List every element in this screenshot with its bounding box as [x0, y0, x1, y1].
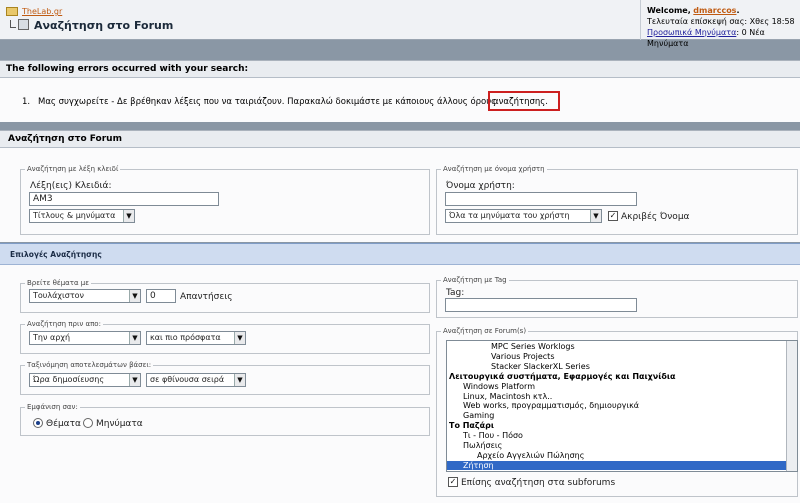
tag-input[interactable] [445, 298, 637, 312]
search-panel-title: Αναζήτηση στο Forum [0, 131, 800, 148]
chevron-down-icon: ▼ [234, 332, 245, 344]
exact-name-checkbox[interactable]: ✓ [608, 211, 618, 221]
forum-list-item[interactable]: Windows Platform [447, 382, 787, 391]
error-panel: The following errors occurred with your … [0, 60, 800, 122]
tag-label: Tag: [446, 288, 465, 298]
forums-legend: Αναζήτηση σε Forum(s) [443, 327, 527, 335]
user-scope-select[interactable]: Όλα τα μηνύματα του χρήστη ▼ [445, 209, 602, 223]
sort-order-select[interactable]: σε φθίνουσα σειρά ▼ [146, 373, 246, 387]
keyword-label: Λέξη(εις) Κλειδιά: [30, 181, 112, 191]
chevron-down-icon: ▼ [129, 290, 140, 302]
welcome-label: Welcome, [647, 6, 691, 15]
username-link[interactable]: dmarccos [693, 6, 736, 15]
error-highlight-text: αναζήτησης. [493, 97, 548, 107]
forum-list[interactable]: MPC Series Worklogs Various Projects Stack… [446, 340, 798, 472]
keyword-scope-value: Τίτλους & μηνύματα [33, 211, 116, 220]
threads-mode-select[interactable]: Τουλάχιστον ▼ [29, 289, 141, 303]
sort-legend: Ταξινόμηση αποτελεσμάτων βάσει: [27, 361, 152, 369]
user-scope-value: Όλα τα μηνύματα του χρήστη [449, 211, 570, 220]
chevron-down-icon: ▼ [590, 210, 601, 222]
forum-list-item[interactable]: Το Παζάρι [447, 421, 787, 430]
keyword-input[interactable]: AM3 [29, 192, 219, 206]
sort-field-value: Ώρα δημοσίευσης [33, 375, 105, 384]
replies-label: Απαντήσεις [180, 292, 233, 302]
display-posts-label: Μηνύματα [96, 419, 143, 429]
display-threads-label: Θέματα [46, 419, 81, 429]
tag-legend: Αναζήτηση με Tag [443, 276, 507, 284]
forum-list-item[interactable]: MPC Series Worklogs [447, 342, 787, 351]
user-box: Welcome, dmarccos. Τελευταία επίσκεψή σα… [640, 0, 800, 48]
date-legend: Αναζήτηση πριν απο: [27, 320, 101, 328]
forum-list-item[interactable]: Linux, Macintosh κτλ.. [447, 392, 787, 401]
chevron-down-icon: ▼ [129, 374, 140, 386]
date-from-value: Την αρχή [33, 333, 71, 342]
forum-list-item[interactable]: Various Projects [447, 352, 787, 361]
keyword-scope-select[interactable]: Τίτλους & μηνύματα ▼ [29, 209, 135, 223]
date-direction-value: και πιο πρόσφατα [150, 333, 221, 342]
forum-logo-icon [6, 7, 18, 16]
page-title: Αναζήτηση στο Forum [34, 19, 174, 32]
forum-list-item[interactable]: Αρχείο Αγγελιών Πώλησης [447, 451, 787, 460]
forum-list-item[interactable]: Τι - Που - Πόσο [447, 431, 787, 440]
date-from-select[interactable]: Την αρχή ▼ [29, 331, 141, 345]
threads-legend: Βρείτε θέματα με [27, 279, 90, 287]
error-header: The following errors occurred with your … [0, 61, 800, 78]
error-highlight: αναζήτησης. [488, 91, 560, 111]
forum-list-item[interactable]: Gaming [447, 411, 787, 420]
forum-list-item[interactable]: Πωλήσεις [447, 441, 787, 450]
chevron-down-icon: ▼ [129, 332, 140, 344]
site-link[interactable]: TheLab.gr [22, 7, 62, 16]
folder-icon [10, 20, 16, 28]
forum-list-item[interactable]: Ζήτηση [447, 460, 787, 470]
display-legend: Εμφάνιση σαν: [27, 403, 78, 411]
date-direction-select[interactable]: και πιο πρόσφατα ▼ [146, 331, 246, 345]
subforums-checkbox[interactable]: ✓ [448, 477, 458, 487]
navbar: TheLab.gr Αναζήτηση στο Forum Welcome, d… [0, 0, 800, 48]
exact-name-label: Ακριβές Όνομα [621, 212, 690, 222]
user-legend: Αναζήτηση με όνομα χρήστη [443, 165, 545, 173]
forum-list-item[interactable]: Λειτουργικά συστήματα, Εφαρμογές και Παι… [447, 372, 787, 381]
options-panel-title: Επιλογές Αναζήτησης [0, 243, 800, 265]
forum-list-scrollbar[interactable] [786, 341, 797, 471]
keyword-legend: Αναζήτηση με λέξη κλειδί [27, 165, 119, 173]
options-panel-title-text: Επιλογές Αναζήτησης [10, 250, 102, 259]
username-input[interactable] [445, 192, 637, 206]
forum-list-item[interactable]: Stacker SlackerXL Series [447, 362, 787, 371]
error-number: 1. [22, 97, 31, 107]
search-panel: Αναζήτηση στο Forum Αναζήτηση με λέξη κλ… [0, 130, 800, 242]
threads-mode-value: Τουλάχιστον [33, 291, 84, 300]
display-posts-radio[interactable] [83, 418, 93, 428]
sort-field-select[interactable]: Ώρα δημοσίευσης ▼ [29, 373, 141, 387]
replies-count-input[interactable]: 0 [146, 289, 176, 303]
display-fieldset: Εμφάνιση σαν: [20, 403, 430, 436]
breadcrumb: TheLab.gr Αναζήτηση στο Forum [0, 0, 640, 40]
username-label: Όνομα χρήστη: [446, 181, 515, 191]
page-icon [18, 19, 29, 30]
last-visit: Τελευταία επίσκεψή σας: Χθες 18:58 [647, 17, 795, 26]
private-messages-link[interactable]: Προσωπικά Μηνύματα [647, 28, 736, 37]
display-threads-radio[interactable] [33, 418, 43, 428]
forum-list-item[interactable]: Web works, προγραμματισμός, δημιουργικά [447, 401, 787, 410]
chevron-down-icon: ▼ [234, 374, 245, 386]
error-message: Μας συγχωρείτε - Δε βρέθηκαν λέξεις που … [38, 97, 497, 107]
subforums-label: Επίσης αναζήτηση στα subforums [461, 478, 616, 488]
chevron-down-icon: ▼ [123, 210, 134, 222]
sort-order-value: σε φθίνουσα σειρά [150, 375, 225, 384]
